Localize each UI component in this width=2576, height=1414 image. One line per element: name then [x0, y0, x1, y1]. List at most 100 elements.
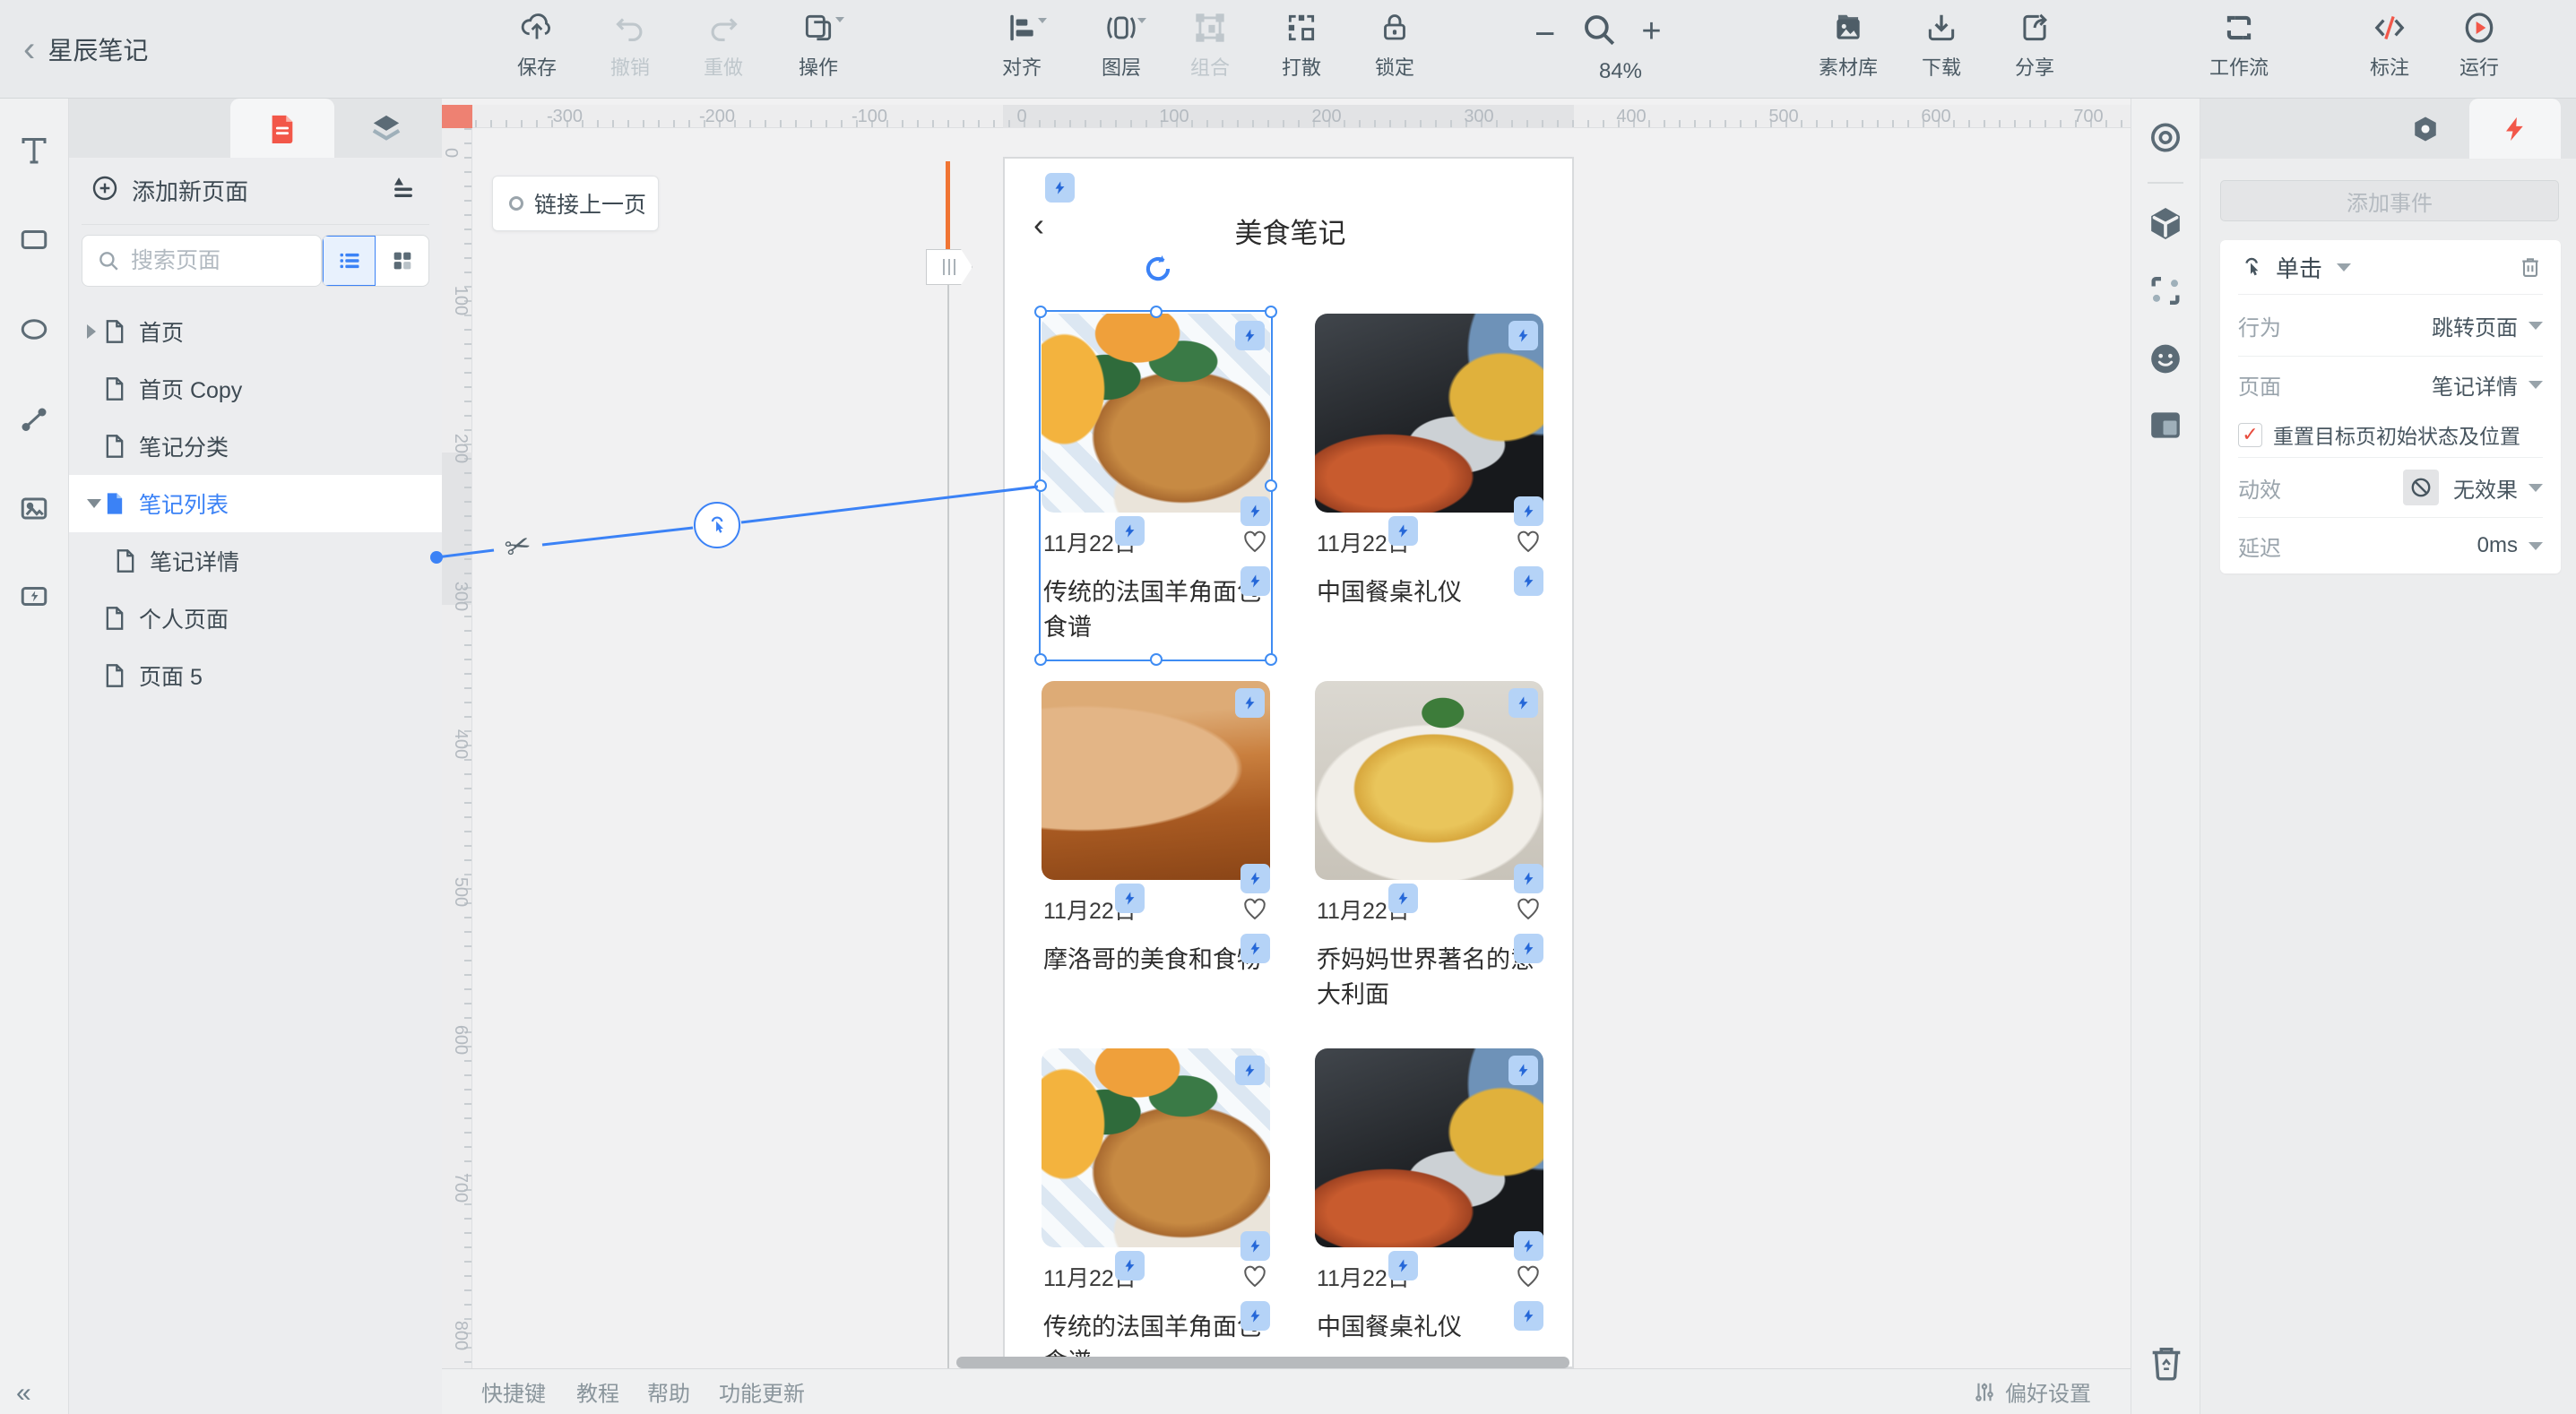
event-bolt-badge[interactable]	[1115, 1251, 1145, 1280]
components-cube-icon[interactable]	[2148, 206, 2183, 246]
selection-handle[interactable]	[1034, 479, 1047, 492]
event-bolt-badge[interactable]	[1388, 1251, 1418, 1280]
emoji-icon[interactable]	[2148, 341, 2183, 382]
no-effect-icon[interactable]	[2403, 470, 2439, 505]
event-bolt-badge[interactable]	[1045, 173, 1075, 203]
zoom-magnifier-icon[interactable]	[1580, 11, 1618, 53]
heart-icon[interactable]	[1515, 896, 1542, 923]
selection-handle[interactable]	[1265, 306, 1277, 318]
canvas-horizontal-scrollbar[interactable]	[956, 1357, 1569, 1368]
tutorial-link[interactable]: 教程	[576, 1376, 619, 1408]
updates-link[interactable]: 功能更新	[719, 1376, 805, 1408]
event-bolt-badge[interactable]	[1514, 496, 1543, 526]
event-bolt-badge[interactable]	[1235, 1056, 1265, 1085]
motion-value[interactable]: 无效果	[2453, 472, 2518, 504]
template-layout-icon[interactable]	[2148, 408, 2183, 448]
selection-handle[interactable]	[1265, 653, 1277, 666]
search-pages-input[interactable]	[129, 236, 308, 286]
redo-button[interactable]: 重做	[670, 7, 777, 93]
heart-icon[interactable]	[1515, 1263, 1542, 1290]
selection-handle[interactable]	[1150, 306, 1163, 318]
delete-event-button[interactable]	[2518, 254, 2543, 280]
zoom-level[interactable]: 84%	[1599, 59, 1642, 84]
motion-row[interactable]: 动效 无效果	[2238, 458, 2543, 517]
page-tree-item[interactable]: 笔记分类	[69, 418, 442, 475]
grid-view-button[interactable]	[376, 236, 428, 286]
shortcuts-link[interactable]: 快捷键	[481, 1376, 546, 1408]
event-bolt-badge[interactable]	[1240, 1231, 1270, 1261]
scatter-button[interactable]: 打散	[1248, 7, 1355, 93]
help-link[interactable]: 帮助	[647, 1376, 690, 1408]
event-bolt-badge[interactable]	[1240, 1301, 1270, 1331]
page-tree-item[interactable]: 首页	[69, 303, 442, 360]
event-bolt-badge[interactable]	[1514, 1231, 1543, 1261]
event-bolt-badge[interactable]	[1115, 884, 1145, 913]
zoom-in-button[interactable]: +	[1641, 13, 1661, 51]
add-new-page-button[interactable]: 添加新页面	[69, 158, 442, 222]
image-tool-icon[interactable]	[18, 493, 50, 530]
behavior-row[interactable]: 行为 跳转页面	[2238, 295, 2543, 356]
undo-button[interactable]: 撤销	[576, 7, 684, 93]
reset-checkbox-checked[interactable]: ✓	[2238, 423, 2262, 447]
event-bolt-badge[interactable]	[1514, 934, 1543, 963]
selection-handle[interactable]	[1150, 653, 1163, 666]
align-button[interactable]: 对齐	[968, 7, 1076, 93]
event-bolt-badge[interactable]	[1514, 864, 1543, 893]
delay-value[interactable]: 0ms	[2477, 533, 2518, 558]
target-page-value[interactable]: 笔记详情	[2432, 369, 2518, 401]
event-bolt-badge[interactable]	[1388, 884, 1418, 913]
target-mode-icon[interactable]	[2148, 120, 2183, 160]
tab-pages[interactable]	[230, 99, 334, 158]
heart-icon[interactable]	[1241, 896, 1268, 923]
page-tree-item[interactable]: 首页 Copy	[69, 360, 442, 418]
lock-button[interactable]: 锁定	[1341, 7, 1448, 93]
event-bolt-badge[interactable]	[1388, 516, 1418, 546]
event-bolt-badge[interactable]	[1514, 1301, 1543, 1331]
event-bolt-badge[interactable]	[1508, 688, 1538, 718]
guide-drag-handle[interactable]	[926, 249, 972, 285]
zoom-out-button[interactable]: −	[1534, 14, 1555, 55]
behavior-value[interactable]: 跳转页面	[2432, 310, 2518, 341]
run-button[interactable]: 运行	[2425, 7, 2533, 93]
tab-properties[interactable]	[2380, 99, 2471, 159]
rotate-handle-icon[interactable]	[1141, 252, 1175, 290]
download-button[interactable]: 下载	[1888, 7, 1995, 93]
back-to-projects[interactable]: ‹ 星辰笔记	[23, 0, 148, 99]
workflow-button[interactable]: 工作流	[2185, 7, 2293, 93]
collapse-panel-button[interactable]: «	[16, 1378, 29, 1409]
line-tool-icon[interactable]	[18, 403, 50, 440]
page-tree-item-child[interactable]: 笔记详情	[69, 532, 442, 590]
selection-handle[interactable]	[1265, 479, 1277, 492]
tab-events[interactable]	[2469, 99, 2561, 159]
share-button[interactable]: 分享	[1981, 7, 2088, 93]
save-button[interactable]: 保存	[483, 7, 591, 93]
sort-pages-icon[interactable]	[388, 175, 419, 206]
recycle-bin-icon[interactable]	[2146, 1342, 2187, 1388]
preferences-button[interactable]: 偏好设置	[1973, 1376, 2091, 1408]
page-tree-item[interactable]: 页面 5	[69, 647, 442, 704]
page-tree-item-selected[interactable]: 笔记列表	[69, 475, 442, 532]
hotspot-tool-icon[interactable]	[18, 581, 50, 617]
expand-caret-icon[interactable]	[87, 324, 99, 339]
heart-icon[interactable]	[1241, 1263, 1268, 1290]
list-view-button[interactable]	[323, 236, 376, 286]
event-bolt-badge[interactable]	[1508, 321, 1538, 350]
event-bolt-badge[interactable]	[1235, 688, 1265, 718]
heart-icon[interactable]	[1515, 529, 1542, 556]
text-tool-icon[interactable]	[18, 134, 50, 171]
crop-screenshot-icon[interactable]	[2148, 273, 2183, 314]
collapse-caret-icon[interactable]	[87, 499, 99, 508]
event-trigger-row[interactable]: 单击	[2238, 240, 2543, 294]
event-bolt-badge[interactable]	[1508, 1056, 1538, 1085]
event-bolt-badge[interactable]	[1240, 864, 1270, 893]
reset-target-row[interactable]: ✓ 重置目标页初始状态及位置	[2238, 412, 2543, 457]
page-tree-item[interactable]: 个人页面	[69, 590, 442, 647]
delay-row[interactable]: 延迟 0ms	[2238, 518, 2543, 573]
selection-handle[interactable]	[1034, 653, 1047, 666]
event-bolt-badge[interactable]	[1514, 566, 1543, 596]
link-previous-page-button[interactable]: 链接上一页	[492, 176, 659, 231]
add-event-button[interactable]: 添加事件	[2220, 180, 2559, 221]
ellipse-tool-icon[interactable]	[18, 314, 50, 350]
tab-layers[interactable]	[334, 99, 438, 158]
rectangle-tool-icon[interactable]	[18, 224, 50, 261]
